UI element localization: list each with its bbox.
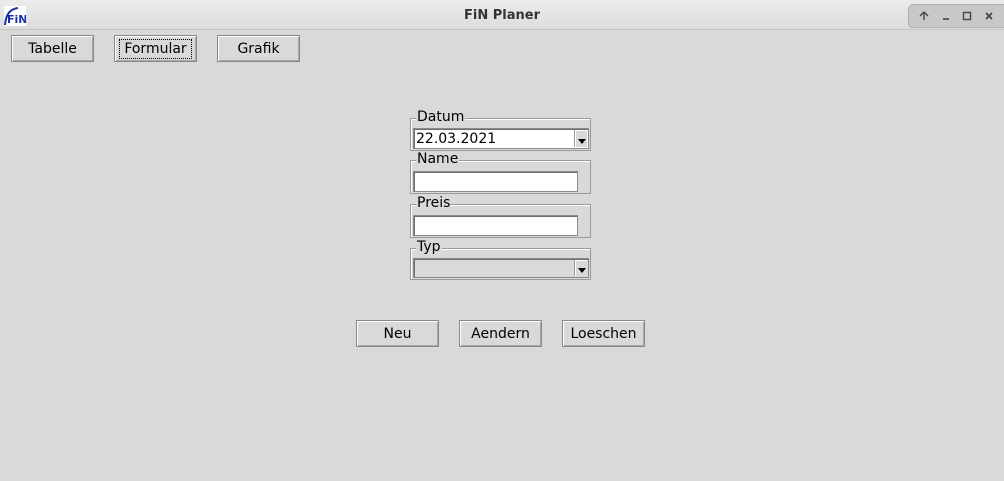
grafik-button[interactable]: Grafik [217, 35, 300, 62]
chevron-down-icon [578, 139, 586, 144]
datum-value: 22.03.2021 [416, 131, 497, 147]
minimize-icon [942, 18, 949, 20]
maximize-icon [963, 11, 972, 21]
preis-frame: Preis [410, 195, 591, 238]
name-frame: Name [410, 151, 591, 194]
datum-combobox[interactable]: 22.03.2021 [413, 128, 589, 149]
preis-label: Preis [416, 195, 452, 211]
aendern-button-label: Aendern [471, 325, 530, 342]
datum-frame: Datum 22.03.2021 [410, 109, 591, 151]
arrow-up-icon [919, 11, 929, 20]
close-icon [985, 12, 993, 20]
typ-label: Typ [416, 239, 442, 255]
typ-dropdown-button[interactable] [574, 260, 587, 276]
datum-dropdown-button[interactable] [574, 130, 587, 147]
chevron-down-icon [578, 268, 586, 273]
datum-label: Datum [416, 109, 466, 125]
preis-input[interactable] [413, 215, 578, 236]
window-title: FiN Planer [464, 8, 540, 23]
title-bar: FiN FiN Planer [0, 0, 1004, 30]
tabelle-button[interactable]: Tabelle [11, 35, 94, 62]
grafik-button-label: Grafik [237, 40, 280, 57]
neu-button-label: Neu [383, 325, 412, 342]
typ-frame: Typ [410, 239, 591, 280]
maximize-button[interactable] [959, 8, 975, 24]
formular-button[interactable]: Formular [114, 35, 197, 62]
name-label: Name [416, 151, 460, 167]
aendern-button[interactable]: Aendern [459, 320, 542, 347]
window-controls [908, 4, 1004, 28]
formular-button-label: Formular [119, 38, 192, 59]
close-button[interactable] [981, 8, 997, 24]
shade-button[interactable] [916, 8, 932, 24]
name-input[interactable] [413, 171, 578, 192]
loeschen-button-label: Loeschen [570, 325, 637, 342]
tabelle-button-label: Tabelle [28, 40, 77, 57]
minimize-button[interactable] [938, 8, 954, 24]
neu-button[interactable]: Neu [356, 320, 439, 347]
typ-combobox[interactable] [413, 258, 589, 278]
loeschen-button[interactable]: Loeschen [562, 320, 645, 347]
